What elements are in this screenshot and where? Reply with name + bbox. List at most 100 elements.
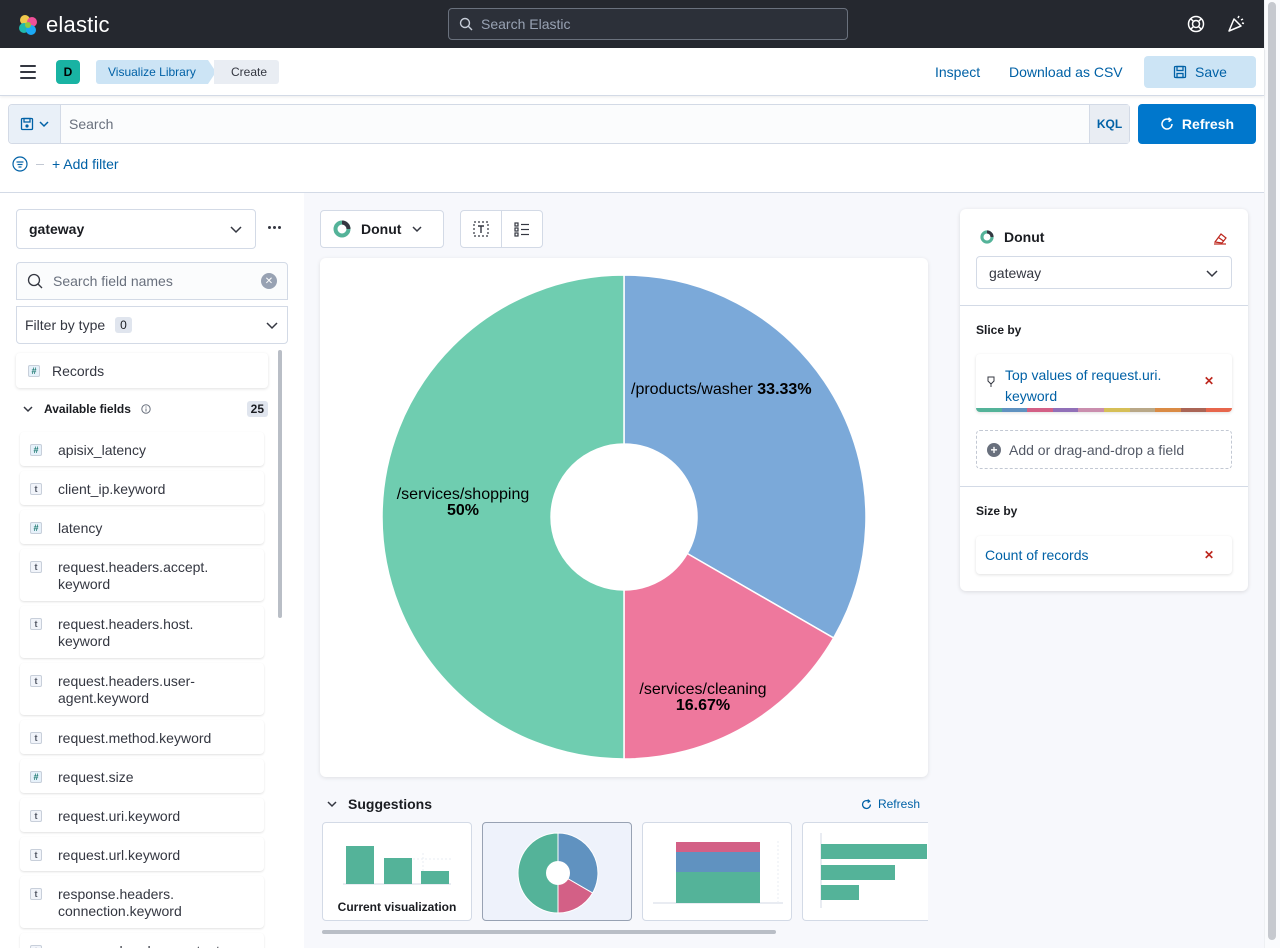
labels-button[interactable] bbox=[461, 211, 502, 247]
config-separator bbox=[960, 305, 1248, 306]
page-scrollbar[interactable] bbox=[1268, 2, 1276, 940]
chevron-down-icon[interactable] bbox=[326, 798, 338, 810]
elastic-logo[interactable]: elastic bbox=[16, 12, 110, 38]
donut-icon bbox=[980, 230, 994, 244]
field-item[interactable]: t request.method.keyword bbox=[20, 720, 264, 754]
download-csv-link[interactable]: Download as CSV bbox=[1009, 64, 1123, 80]
help-icon[interactable] bbox=[1186, 14, 1206, 34]
suggestions-refresh-button[interactable]: Refresh bbox=[861, 797, 920, 811]
filter-menu-icon[interactable] bbox=[12, 156, 28, 172]
remove-slice-icon[interactable]: ✕ bbox=[1204, 374, 1214, 388]
donut-icon bbox=[333, 220, 351, 238]
slice-label-name: /services/cleaning bbox=[639, 681, 766, 698]
clear-icon[interactable]: ✕ bbox=[261, 273, 277, 289]
inspect-link[interactable]: Inspect bbox=[935, 64, 980, 80]
field-item[interactable]: tresponse.headers.content- bbox=[20, 933, 264, 948]
palette-swatch bbox=[1129, 408, 1156, 412]
number-token-icon: # bbox=[30, 444, 42, 456]
save-label: Save bbox=[1195, 64, 1227, 80]
chevron-down-icon bbox=[1206, 269, 1218, 277]
menu-toggle-icon[interactable] bbox=[20, 65, 36, 79]
slice-label-value: 33.33% bbox=[757, 381, 811, 398]
suggestion-horizontal-bar[interactable] bbox=[802, 822, 928, 921]
drag-handle-icon[interactable] bbox=[986, 376, 996, 388]
chart-type-switcher[interactable]: Donut bbox=[320, 210, 444, 248]
field-item[interactable]: t request.url.keyword bbox=[20, 837, 264, 871]
refresh-button[interactable]: Refresh bbox=[1138, 104, 1256, 144]
saved-query-button[interactable] bbox=[9, 105, 61, 143]
size-by-dimension[interactable]: Count of records ✕ bbox=[976, 536, 1232, 574]
query-input[interactable] bbox=[61, 105, 1089, 143]
palette-swatch bbox=[976, 408, 1002, 412]
chart-toolbar bbox=[460, 210, 543, 248]
field-name-line: keyword bbox=[58, 633, 111, 649]
field-name-line: keyword bbox=[58, 576, 111, 592]
slice-label: /products/washer 33.33% bbox=[631, 381, 812, 398]
suggestion-donut[interactable] bbox=[482, 822, 632, 921]
news-feed-icon[interactable] bbox=[1226, 14, 1246, 34]
donut-thumbnail bbox=[517, 832, 599, 914]
palette-swatch bbox=[1206, 408, 1232, 412]
chevron-down-icon bbox=[412, 226, 422, 233]
field-name: request.headers.host. keyword bbox=[58, 616, 193, 650]
field-item[interactable]: t request.uri.keyword bbox=[20, 798, 264, 832]
field-name-line: apisix_latency bbox=[58, 442, 146, 458]
legend-button[interactable] bbox=[502, 211, 543, 247]
suggestions-scrollbar[interactable] bbox=[322, 930, 776, 934]
field-search-input[interactable] bbox=[53, 273, 251, 289]
field-name: request.size bbox=[58, 769, 133, 786]
donut-slice[interactable] bbox=[381, 274, 625, 760]
string-token-icon: t bbox=[30, 618, 42, 630]
field-name-line: request.headers.host. bbox=[58, 616, 194, 632]
suggestion-stacked-bar[interactable] bbox=[642, 822, 792, 921]
add-field-label: Add or drag-and-drop a field bbox=[1009, 441, 1185, 458]
filter-by-type[interactable]: Filter by type 0 bbox=[16, 306, 288, 344]
save-button[interactable]: Save bbox=[1144, 56, 1256, 88]
slice-by-dimension[interactable]: Top values of request.uri. keyword ✕ bbox=[976, 354, 1232, 412]
field-name-line: agent.keyword bbox=[58, 690, 150, 706]
field-list-scrollbar[interactable] bbox=[278, 350, 282, 618]
add-filter-button[interactable]: + Add filter bbox=[52, 156, 119, 172]
global-search-input[interactable] bbox=[481, 16, 821, 32]
string-token-icon: t bbox=[30, 561, 42, 573]
palette-swatch bbox=[1027, 408, 1053, 412]
plus-icon: + bbox=[987, 442, 1001, 457]
field-item[interactable]: # latency bbox=[20, 510, 264, 544]
data-view-options-icon[interactable] bbox=[268, 226, 281, 229]
field-item[interactable]: t request.headers.accept. keyword bbox=[20, 549, 264, 601]
field-name: request.headers.accept. keyword bbox=[58, 559, 208, 593]
field-item[interactable]: t request.headers.user-agent.keyword bbox=[20, 663, 264, 715]
refresh-label: Refresh bbox=[1181, 116, 1235, 132]
chevron-down-icon bbox=[38, 121, 49, 128]
suggestions-title: Suggestions bbox=[348, 796, 433, 812]
field-name: apisix_latency bbox=[58, 442, 146, 459]
field-name: client_ip.keyword bbox=[58, 481, 165, 498]
available-fields-header[interactable]: Available fields 25 bbox=[22, 401, 268, 417]
field-name: response.headers. connection.keyword bbox=[58, 886, 182, 920]
chevron-down-icon bbox=[230, 226, 242, 234]
global-search[interactable] bbox=[448, 8, 848, 40]
query-language-button[interactable]: KQL bbox=[1089, 105, 1129, 143]
query-bar: KQL bbox=[8, 104, 1130, 144]
remove-size-icon[interactable]: ✕ bbox=[1204, 548, 1214, 562]
suggestion-current-visualization[interactable]: Current visualization bbox=[322, 822, 472, 921]
field-item[interactable]: t client_ip.keyword bbox=[20, 471, 264, 505]
field-item[interactable]: t request.headers.host. keyword bbox=[20, 606, 264, 658]
suggestions-refresh-label: Refresh bbox=[877, 797, 920, 811]
field-name: request.method.keyword bbox=[58, 730, 211, 747]
clear-layer-icon[interactable] bbox=[1212, 230, 1228, 246]
layer-data-view-selector[interactable]: gateway bbox=[976, 256, 1232, 289]
records-field[interactable]: # Records bbox=[16, 353, 268, 388]
slice-by-label: Slice by bbox=[976, 323, 1022, 337]
elastic-logo-icon bbox=[19, 15, 37, 35]
space-avatar[interactable]: D bbox=[56, 60, 80, 84]
layer-chart-type[interactable]: Donut bbox=[980, 229, 1044, 245]
add-field-dropzone[interactable]: + Add or drag-and-drop a field bbox=[976, 430, 1232, 469]
save-icon bbox=[1173, 65, 1187, 79]
layer-config-panel: Donut gateway Slice by Top values of req… bbox=[960, 209, 1248, 591]
field-item[interactable]: t response.headers. connection.keyword bbox=[20, 876, 264, 928]
data-view-selector[interactable]: gateway bbox=[16, 209, 256, 249]
breadcrumb-visualize-library[interactable]: Visualize Library bbox=[96, 60, 216, 84]
field-item[interactable]: # apisix_latency bbox=[20, 432, 264, 466]
field-item[interactable]: # request.size bbox=[20, 759, 264, 793]
